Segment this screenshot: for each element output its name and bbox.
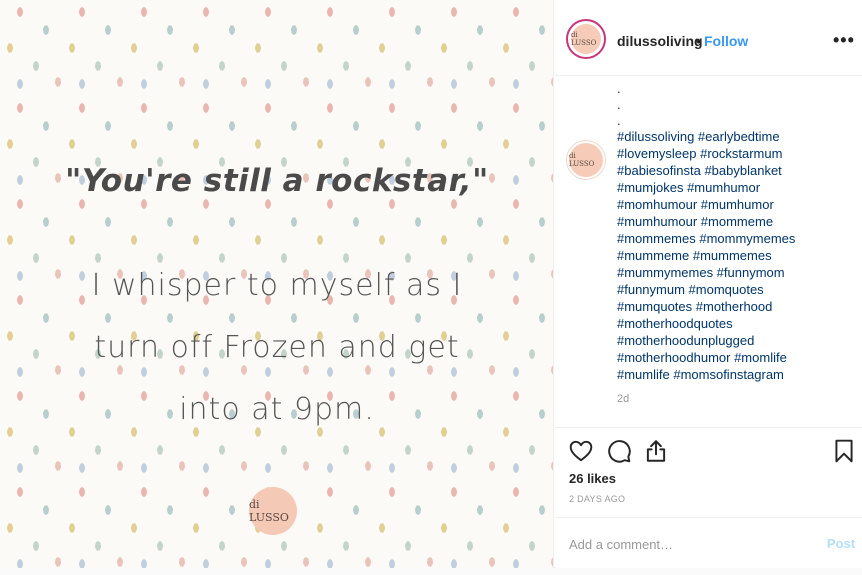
- bookmark-icon[interactable]: [831, 438, 857, 464]
- hashtag-line[interactable]: #mumjokes #mumhumor: [617, 179, 857, 196]
- avatar-logo-text: di LUSSO: [569, 143, 603, 177]
- image-quote: "You're still a rockstar,": [65, 163, 489, 199]
- likes-count[interactable]: 26 likes: [569, 471, 616, 486]
- instagram-post: "You're still a rockstar," I whisper to …: [0, 0, 862, 568]
- hashtag-line[interactable]: #mumquotes #motherhood: [617, 298, 857, 315]
- caption-avatar[interactable]: di LUSSO: [566, 140, 606, 180]
- post-header: di LUSSO dilussoliving • Follow •••: [555, 0, 862, 76]
- comment-icon[interactable]: [606, 438, 632, 464]
- hashtag-line[interactable]: #lovemysleep #rockstarmum: [617, 145, 857, 162]
- post-comment-button[interactable]: Post: [827, 536, 855, 551]
- image-text-line-3: into at 9pm.: [179, 392, 375, 427]
- avatar-logo-text: di LUSSO: [571, 24, 601, 54]
- hashtag-line[interactable]: #mumhumour #mommeme: [617, 213, 857, 230]
- caption-age[interactable]: 2d: [617, 393, 629, 405]
- heart-icon[interactable]: [568, 438, 594, 464]
- image-brand-logo: di LUSSO: [249, 487, 297, 535]
- hashtag-line[interactable]: #funnymum #momquotes: [617, 281, 857, 298]
- hashtag-line[interactable]: #motherhoodunplugged: [617, 332, 857, 349]
- post-sidebar: di LUSSO dilussoliving • Follow ••• . . …: [555, 0, 862, 568]
- caption-dots: . . .: [617, 81, 621, 129]
- hashtag-line[interactable]: #motherhoodhumor #momlife: [617, 349, 857, 366]
- profile-avatar[interactable]: di LUSSO: [566, 19, 606, 59]
- hashtag-line[interactable]: #motherhoodquotes: [617, 315, 857, 332]
- hashtag-line[interactable]: #mumlife #momsofinstagram: [617, 366, 857, 383]
- hashtag-line[interactable]: #mummymemes #funnymom: [617, 264, 857, 281]
- hashtag-list: #dilussoliving #earlybedtime #lovemyslee…: [617, 128, 857, 383]
- share-icon[interactable]: [643, 438, 669, 464]
- post-timestamp[interactable]: 2 DAYS AGO: [569, 494, 625, 504]
- more-options-icon[interactable]: •••: [833, 30, 855, 51]
- comment-box: Post: [555, 517, 862, 568]
- caption-section: . . . di LUSSO #dilussoliving #earlybedt…: [555, 77, 862, 427]
- image-text-line-1: I whisper to myself as I: [91, 268, 463, 303]
- hashtag-line[interactable]: #babiesofinsta #babyblanket: [617, 162, 857, 179]
- comment-input[interactable]: [569, 534, 809, 554]
- image-text-line-2: turn off Frozen and get: [94, 330, 460, 365]
- header-separator: •: [696, 33, 701, 49]
- caption-dot: .: [617, 113, 621, 128]
- action-bar: 26 likes 2 DAYS AGO: [555, 427, 862, 517]
- caption-dot: .: [617, 81, 621, 96]
- follow-button[interactable]: Follow: [704, 33, 748, 49]
- hashtag-line[interactable]: #mommemes #mommymemes: [617, 230, 857, 247]
- username-link[interactable]: dilussoliving: [617, 33, 703, 49]
- caption-dot: .: [617, 97, 621, 112]
- post-image[interactable]: "You're still a rockstar," I whisper to …: [0, 0, 554, 568]
- hashtag-line[interactable]: #momhumour #mumhumor: [617, 196, 857, 213]
- hashtag-line[interactable]: #mummeme #mummemes: [617, 247, 857, 264]
- hashtag-line[interactable]: #dilussoliving #earlybedtime: [617, 128, 857, 145]
